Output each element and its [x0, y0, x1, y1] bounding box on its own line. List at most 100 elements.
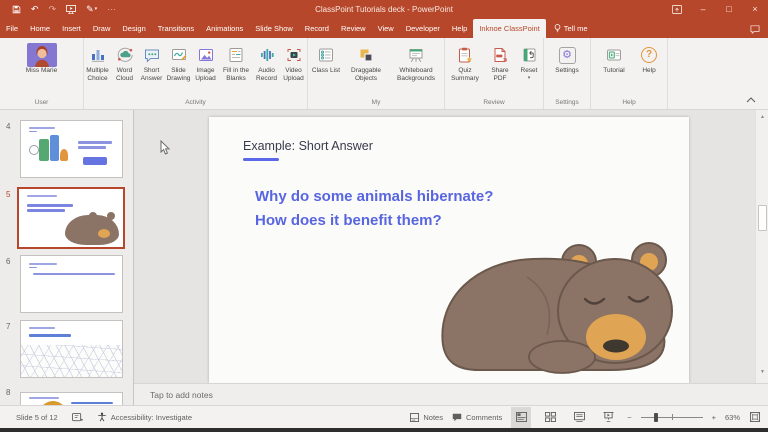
thumbnail-slide-7[interactable] — [20, 320, 123, 378]
settings-button[interactable]: ⚙ Settings — [547, 42, 587, 75]
image-upload-button[interactable]: Image Upload — [192, 42, 219, 84]
draggable-objects-button[interactable]: Draggable Objects — [343, 42, 389, 84]
tell-me-box[interactable]: Tell me — [546, 19, 596, 38]
minimize-button[interactable]: – — [690, 0, 716, 18]
tab-slide-show[interactable]: Slide Show — [249, 19, 299, 38]
notes-toggle-button[interactable]: Notes — [410, 412, 443, 422]
multiple-choice-button[interactable]: Multiple Choice — [84, 42, 111, 84]
tell-me-label: Tell me — [563, 24, 588, 33]
share-pdf-icon — [491, 43, 509, 67]
tab-review[interactable]: Review — [335, 19, 372, 38]
thumb-text-line — [33, 273, 115, 275]
slide-drawing-button[interactable]: Slide Drawing — [165, 42, 192, 84]
comments-toggle-button[interactable]: Comments — [452, 413, 502, 422]
ribbon-group-label: User — [34, 99, 49, 106]
accessibility-status[interactable]: Accessibility: Investigate — [97, 412, 192, 422]
tab-design[interactable]: Design — [116, 19, 151, 38]
button-label: Short Answer — [140, 67, 163, 83]
slideshow-view-button[interactable] — [598, 407, 618, 428]
zoom-slider-thumb[interactable] — [653, 412, 658, 422]
vertical-scrollbar[interactable]: ▲ ▼ — [755, 110, 768, 383]
share-pdf-button[interactable]: Share PDF — [485, 42, 515, 84]
caret-down-icon: ▾ — [94, 5, 98, 12]
tab-draw[interactable]: Draw — [87, 19, 117, 38]
slide-question-text[interactable]: Why do some animals hibernate? How does … — [255, 185, 493, 233]
zoom-slider-midpoint — [671, 414, 673, 420]
button-label: Word Cloud — [116, 67, 133, 83]
tab-animations[interactable]: Animations — [200, 19, 249, 38]
window-bottom-edge — [0, 428, 768, 432]
undo-icon[interactable]: ↶ — [31, 4, 39, 14]
zoom-slider[interactable] — [640, 412, 703, 423]
fit-slide-to-window-button[interactable] — [750, 412, 760, 422]
ribbon-display-options-button[interactable] — [664, 0, 690, 18]
tutorial-button[interactable]: Tutorial — [594, 42, 634, 75]
notes-status-icon — [410, 412, 420, 422]
zoom-out-button[interactable]: − — [627, 413, 631, 422]
class-list-button[interactable]: Class List — [309, 42, 343, 75]
thumb-text-line — [78, 141, 112, 144]
start-slideshow-icon[interactable] — [66, 4, 77, 14]
zoom-level[interactable]: 63% — [725, 413, 741, 422]
thumbnail-slide-8[interactable] — [20, 392, 123, 405]
close-button[interactable]: × — [742, 0, 768, 18]
reset-icon — [520, 43, 538, 67]
zoom-in-button[interactable]: + — [712, 413, 716, 422]
feedback-comment-icon[interactable] — [750, 25, 768, 38]
notes-pane[interactable]: Tap to add notes — [134, 383, 768, 405]
sleeping-bear-illustration[interactable] — [431, 235, 675, 377]
tab-transitions[interactable]: Transitions — [152, 19, 200, 38]
word-cloud-button[interactable]: Word Cloud — [111, 42, 138, 84]
reset-button[interactable]: Reset ▾ — [515, 42, 543, 81]
tab-file[interactable]: File — [0, 19, 24, 38]
tab-insert[interactable]: Insert — [56, 19, 87, 38]
pen-tool-dropdown[interactable]: ✎ ▾ — [86, 4, 98, 14]
audio-record-button[interactable]: Audio Record — [253, 42, 280, 84]
help-button[interactable]: ? Help — [634, 42, 664, 75]
thumb-question-line — [27, 204, 73, 207]
tab-help[interactable]: Help — [446, 19, 473, 38]
redo-icon[interactable]: ↷ — [49, 4, 57, 14]
video-upload-button[interactable]: Video Upload — [280, 42, 307, 84]
normal-view-button[interactable] — [511, 406, 532, 428]
thumb-underline — [29, 266, 37, 268]
tab-record[interactable]: Record — [299, 19, 335, 38]
button-label: Reset — [520, 67, 538, 74]
thumb-underline — [29, 130, 37, 132]
notes-placeholder: Tap to add notes — [150, 389, 213, 400]
tab-view[interactable]: View — [372, 19, 400, 38]
title-bar: ↶ ↷ ✎ ▾ ⋯ ClassPoint Tutorials deck - Pow… — [0, 0, 768, 18]
maximize-button[interactable]: □ — [716, 0, 742, 18]
quiz-summary-button[interactable]: Quiz Summary — [445, 42, 485, 84]
collapse-ribbon-chevron-icon[interactable] — [746, 97, 756, 103]
short-answer-button[interactable]: Short Answer — [138, 42, 165, 84]
thumbnail-slide-6[interactable] — [20, 255, 123, 313]
tab-inknoe-classpoint[interactable]: Inknoe ClassPoint — [473, 19, 546, 38]
fill-in-the-blanks-button[interactable]: Fill in the Blanks — [219, 42, 253, 84]
tab-home[interactable]: Home — [24, 19, 56, 38]
thumb-bear-muzzle — [98, 229, 110, 238]
reading-view-button[interactable] — [569, 407, 589, 428]
ribbon-group-label: My — [371, 99, 381, 106]
short-answer-icon — [143, 43, 161, 67]
thumbnail-slide-5-selected[interactable] — [17, 187, 125, 249]
settings-gear-icon: ⚙ — [558, 46, 576, 64]
scroll-up-icon[interactable]: ▲ — [756, 114, 768, 120]
whiteboard-backgrounds-button[interactable]: Whiteboard Backgrounds — [389, 42, 443, 84]
current-slide[interactable]: Example: Short Answer Why do some animal… — [209, 117, 689, 383]
thumb-title-line — [29, 327, 55, 329]
slide-sorter-view-button[interactable] — [540, 407, 560, 428]
button-label: Fill in the Blanks — [222, 67, 249, 83]
customize-qat-icon[interactable]: ⋯ — [107, 4, 116, 14]
status-bar: Slide 5 of 12 Accessibility: Investigate… — [0, 405, 768, 428]
reset-dropdown-caret-icon[interactable]: ▾ — [528, 75, 531, 81]
scrollbar-thumb[interactable] — [758, 205, 767, 231]
tab-developer[interactable]: Developer — [400, 19, 446, 38]
user-profile-button[interactable]: Miss Marie — [24, 42, 60, 75]
thumbnail-slide-4[interactable] — [20, 120, 123, 178]
slide-title[interactable]: Example: Short Answer — [243, 139, 373, 153]
scroll-down-icon[interactable]: ▼ — [756, 369, 768, 375]
word-cloud-icon — [116, 43, 134, 67]
display-settings-icon[interactable] — [71, 412, 83, 422]
save-icon[interactable] — [12, 5, 21, 14]
